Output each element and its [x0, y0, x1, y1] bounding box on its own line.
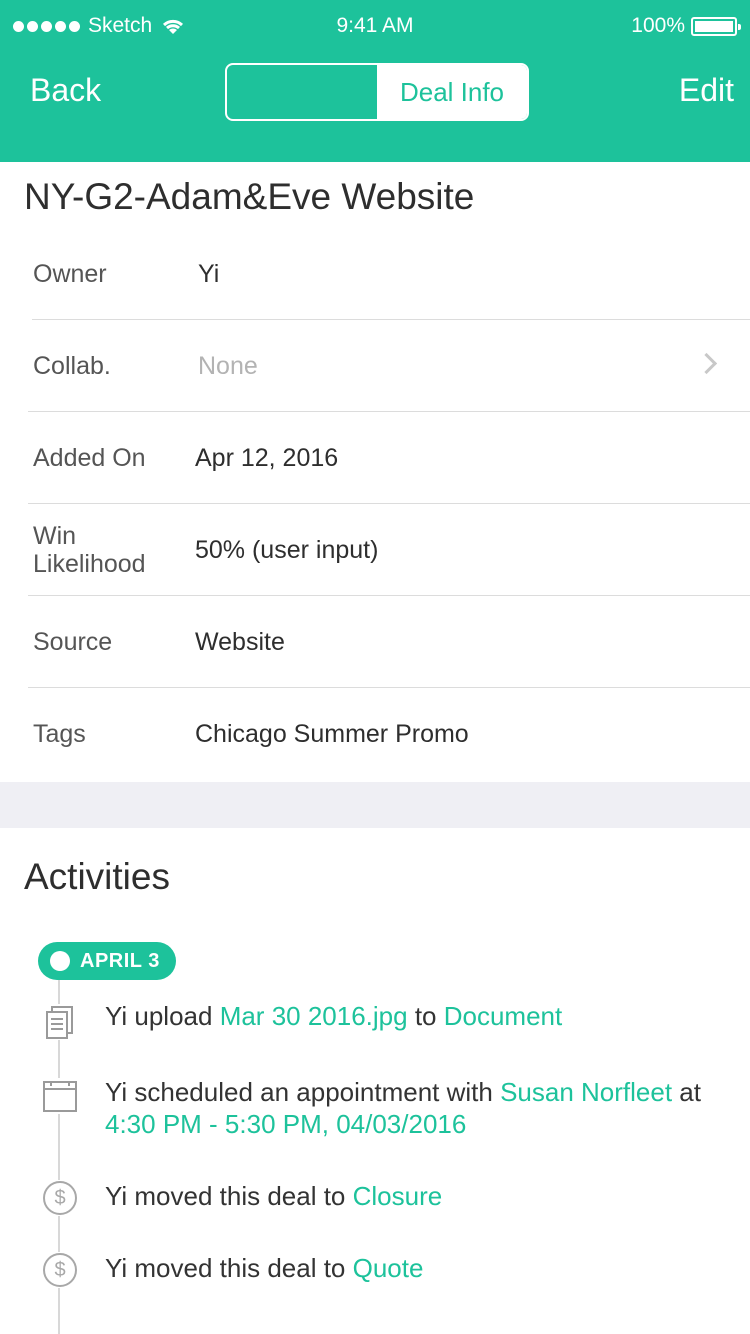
row-label: Source: [33, 628, 113, 656]
back-button[interactable]: Back: [30, 72, 101, 109]
row-label: Win Likelihood: [33, 522, 146, 578]
segmented-control: Deal Info: [225, 63, 529, 121]
row-owner: Owner Yi: [0, 228, 750, 320]
chevron-right-icon: [695, 352, 718, 375]
row-label-line: Win: [33, 522, 77, 550]
deal-info-section: NY-G2-Adam&Eve Website Owner Yi Collab. …: [0, 162, 750, 782]
row-collab[interactable]: Collab. None: [0, 320, 750, 412]
activity-text-part: Yi upload: [105, 1001, 220, 1031]
dollar-icon: $: [42, 1252, 78, 1288]
dollar-symbol: $: [43, 1181, 77, 1215]
row-value: Apr 12, 2016: [195, 444, 339, 472]
row-label: Tags: [33, 720, 86, 748]
row-tags: Tags Chicago Summer Promo: [0, 688, 750, 780]
activities-title: Activities: [24, 856, 170, 897]
activity-text: Yi moved this deal to Quote: [105, 1252, 725, 1284]
activities-section: Activities APRIL 3 Yi upload Mar 30 2016…: [0, 828, 750, 1334]
stage-link[interactable]: Quote: [353, 1253, 424, 1283]
battery-percent: 100%: [631, 14, 685, 37]
deal-title: NY-G2-Adam&Eve Website: [24, 176, 475, 217]
row-value: 50% (user input): [195, 536, 379, 564]
segment-deal-info[interactable]: Deal Info: [377, 65, 527, 119]
row-label: Owner: [33, 260, 107, 288]
activity-text-part: to: [407, 1001, 444, 1031]
segment-first[interactable]: [227, 65, 377, 119]
date-badge: APRIL 3: [38, 942, 176, 980]
row-win-likelihood: Win Likelihood 50% (user input): [0, 504, 750, 596]
edit-button[interactable]: Edit: [679, 72, 734, 109]
activity-text: Yi scheduled an appointment with Susan N…: [105, 1076, 725, 1140]
calendar-icon: [42, 1078, 78, 1114]
badge-dot-icon: [50, 951, 70, 971]
appointment-time-link[interactable]: 4:30 PM - 5:30 PM, 04/03/2016: [105, 1109, 466, 1139]
dollar-icon: $: [42, 1180, 78, 1216]
activity-text: Yi moved this deal to Closure: [105, 1180, 725, 1212]
battery-icon: [691, 16, 741, 36]
document-icon: [42, 1004, 78, 1040]
contact-link[interactable]: Susan Norfleet: [500, 1077, 672, 1107]
activity-text-part: at: [672, 1077, 701, 1107]
nav-header: Sketch 9:41 AM 100% Back Deal Info Edit: [0, 0, 750, 162]
activity-text-part: Yi moved this deal to: [105, 1253, 353, 1283]
row-added-on: Added On Apr 12, 2016: [0, 412, 750, 504]
row-label: Added On: [33, 444, 146, 472]
row-value: Chicago Summer Promo: [195, 720, 469, 748]
document-link[interactable]: Document: [444, 1001, 563, 1031]
activity-text: Yi upload Mar 30 2016.jpg to Document: [105, 1000, 725, 1032]
date-badge-label: APRIL 3: [80, 949, 160, 972]
activity-text-part: Yi scheduled an appointment with: [105, 1077, 501, 1107]
row-source: Source Website: [0, 596, 750, 688]
row-value: None: [198, 352, 258, 380]
file-link[interactable]: Mar 30 2016.jpg: [220, 1001, 408, 1031]
status-bar: Sketch 9:41 AM 100%: [0, 14, 750, 42]
activity-text-part: Yi moved this deal to: [105, 1181, 353, 1211]
row-label: Collab.: [33, 352, 111, 380]
section-gap: [0, 782, 750, 828]
row-label-line: Likelihood: [33, 550, 146, 578]
stage-link[interactable]: Closure: [353, 1181, 443, 1211]
row-value: Yi: [198, 260, 220, 288]
row-value: Website: [195, 628, 285, 656]
battery-group: 100%: [631, 14, 741, 38]
dollar-symbol: $: [43, 1253, 77, 1287]
